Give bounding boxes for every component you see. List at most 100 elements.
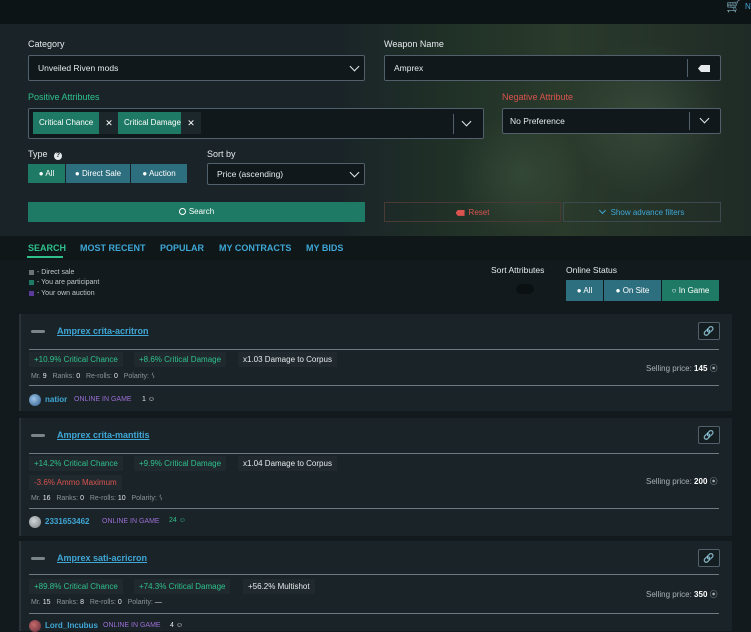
- rerolls-value: 0: [113, 373, 118, 380]
- rerolls-value: 0: [117, 599, 122, 606]
- divider: [29, 453, 719, 454]
- link-icon[interactable]: 🔗: [698, 549, 720, 567]
- mod-thumbnail: [31, 330, 45, 333]
- attribute-tag: +8.6% Critical Damage: [134, 352, 227, 367]
- tab-search[interactable]: SEARCH: [28, 243, 66, 253]
- online-in-game-button[interactable]: ○ In Game: [662, 280, 719, 301]
- attribute-tag: x1.04 Damage to Corpus: [238, 456, 337, 471]
- sort-attributes-toggle[interactable]: [516, 284, 534, 294]
- legend-swatch: [29, 279, 34, 285]
- search-icon: [178, 208, 186, 216]
- cart-icon[interactable]: 🛒: [726, 0, 742, 12]
- legend-direct-sale: - Direct sale: [29, 269, 74, 276]
- chip-label: Critical Chance: [39, 118, 94, 127]
- negative-attribute-select[interactable]: No Preference: [502, 108, 721, 134]
- tab-my-bids[interactable]: MY BIDS: [306, 243, 343, 253]
- smile-icon: ☺: [178, 517, 186, 524]
- remove-chip-icon[interactable]: ✕: [181, 112, 201, 134]
- ranks-value: 0: [76, 373, 81, 380]
- polarity-label: Polarity:: [123, 373, 149, 380]
- link-icon[interactable]: 🔗: [698, 426, 720, 444]
- online-on-site-label: On Site: [622, 286, 650, 295]
- type-direct-sale-label: Direct Sale: [81, 169, 122, 178]
- search-button[interactable]: Search: [28, 202, 365, 222]
- listing-title[interactable]: Amprex crita-acritron: [57, 326, 149, 336]
- category-value: Unveiled Riven mods: [38, 63, 119, 73]
- sort-by-value: Price (ascending): [217, 169, 284, 179]
- category-select[interactable]: Unveiled Riven mods: [28, 55, 365, 81]
- online-on-site-button[interactable]: ● On Site: [604, 280, 661, 301]
- type-label: Type ?: [28, 149, 63, 160]
- advanced-filters-label: Show advance filters: [610, 208, 685, 217]
- legend-participant: - You are participant: [29, 279, 99, 286]
- ranks-value: 8: [80, 599, 84, 606]
- rerolls-label: Re-rolls:: [89, 599, 116, 606]
- link-icon[interactable]: 🔗: [698, 322, 720, 340]
- sort-by-select[interactable]: Price (ascending): [207, 163, 365, 185]
- avatar[interactable]: [29, 620, 41, 632]
- tab-popular[interactable]: POPULAR: [160, 243, 204, 253]
- mr-label: Mr.: [31, 373, 41, 380]
- reset-icon: [455, 209, 465, 216]
- listing-title[interactable]: Amprex crita-mantitis: [57, 430, 150, 440]
- mod-stats: Mr. 15 Ranks: 8 Re-rolls: 0 Polarity: —: [31, 599, 162, 606]
- divider: [29, 385, 719, 386]
- attribute-tag: +56.2% Multishot: [243, 579, 315, 594]
- price-value: 145: [694, 364, 708, 373]
- legend-own-auction: - Your own auction: [29, 290, 95, 297]
- legend-label: - Your own auction: [37, 290, 95, 297]
- negative-attribute-label: Negative Attribute: [502, 92, 574, 102]
- attribute-tag: +89.8% Critical Chance: [29, 579, 123, 594]
- listing-title[interactable]: Amprex sati-acricron: [57, 553, 147, 563]
- mod-stats: Mr. 9 Ranks: 0 Re-rolls: 0 Polarity: ᛊ: [31, 373, 155, 380]
- listing-card: Amprex crita-acritron 🔗 +10.9% Critical …: [19, 314, 732, 411]
- chip-critical-chance: Critical Chance ✕: [33, 112, 119, 134]
- price-label: Selling price:: [646, 590, 692, 599]
- online-in-game-label: In Game: [678, 286, 710, 295]
- help-icon[interactable]: ?: [54, 152, 63, 160]
- seller-name[interactable]: 2331653462: [45, 517, 90, 526]
- remove-chip-icon[interactable]: ✕: [99, 112, 119, 134]
- avatar[interactable]: [29, 394, 41, 406]
- sort-by-label: Sort by: [207, 149, 236, 159]
- ranks-label: Ranks:: [56, 495, 79, 502]
- chevron-down-icon: [598, 206, 606, 215]
- mr-label: Mr.: [31, 599, 41, 606]
- tab-my-contracts[interactable]: MY CONTRACTS: [219, 243, 291, 253]
- avatar[interactable]: [29, 516, 41, 528]
- online-all-label: All: [583, 286, 593, 295]
- price-label: Selling price:: [646, 364, 692, 373]
- positive-attributes-select[interactable]: Critical Chance ✕ Critical Damage ✕: [28, 108, 484, 139]
- reputation: 1 ☺: [142, 396, 155, 403]
- legend-label: - You are participant: [37, 279, 100, 286]
- price-value: 350: [694, 590, 708, 599]
- chevron-down-icon[interactable]: [461, 116, 472, 127]
- attribute-tag: +10.9% Critical Chance: [29, 352, 123, 367]
- reset-button[interactable]: Reset: [384, 202, 561, 222]
- type-auction-button[interactable]: ● Auction: [131, 164, 187, 183]
- mod-thumbnail: [31, 434, 45, 437]
- clear-input-icon[interactable]: [698, 65, 710, 72]
- mr-value: 15: [42, 599, 51, 606]
- type-all-label: All: [45, 169, 55, 178]
- selling-price: Selling price: 200 ⦿: [646, 476, 718, 487]
- type-direct-sale-button[interactable]: ● Direct Sale: [66, 164, 130, 183]
- advanced-filters-button[interactable]: Show advance filters: [563, 202, 721, 222]
- ranks-value: 0: [80, 495, 84, 502]
- online-all-button[interactable]: ● All: [566, 280, 603, 301]
- ranks-label: Ranks:: [52, 373, 75, 380]
- positive-attributes-label: Positive Attributes: [28, 92, 100, 102]
- type-all-button[interactable]: ● All: [28, 164, 65, 183]
- polarity-label: Polarity:: [131, 495, 157, 502]
- tab-most-recent[interactable]: MOST RECENT: [80, 243, 146, 253]
- attribute-tag: -3.6% Ammo Maximum: [29, 475, 122, 490]
- listing-card: Amprex sati-acricron 🔗 +89.8% Critical C…: [19, 541, 732, 632]
- seller-name[interactable]: Lord_Incubus: [45, 621, 98, 630]
- divider: [29, 349, 719, 350]
- chevron-down-icon[interactable]: [699, 113, 710, 124]
- price-value: 200: [694, 477, 708, 486]
- seller-name[interactable]: natior: [45, 395, 67, 404]
- platinum-icon: ⦿: [709, 477, 718, 486]
- weapon-name-input[interactable]: Amprex: [384, 55, 721, 81]
- attribute-tag: +9.9% Critical Damage: [134, 456, 227, 471]
